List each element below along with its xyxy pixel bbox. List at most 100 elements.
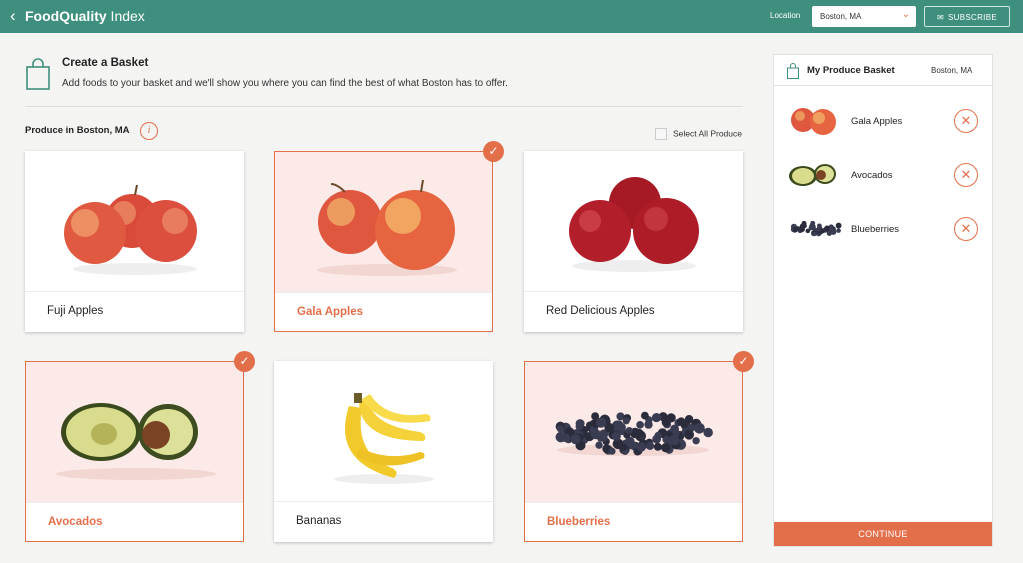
produce-card-blueberries[interactable]: Blueberries	[524, 361, 743, 542]
produce-card-bananas[interactable]: Bananas	[274, 361, 493, 542]
page-description: Add foods to your basket and we'll show …	[62, 78, 508, 89]
avocados-image	[56, 403, 216, 480]
blueberry	[654, 431, 662, 440]
subscribe-button[interactable]: ✉ SUBSCRIBE	[924, 6, 1010, 27]
blueberry	[817, 223, 822, 229]
checkmark-icon: ✓	[234, 351, 255, 372]
blueberry	[653, 442, 662, 451]
produce-image-area	[26, 362, 243, 502]
card-divider	[26, 502, 243, 503]
basket-item-label: Gala Apples	[851, 116, 903, 127]
produce-name: Fuji Apples	[47, 305, 104, 317]
location-label: Location	[770, 11, 801, 20]
produce-card-gala-apples[interactable]: Gala Apples	[274, 151, 493, 332]
blueberry	[633, 428, 644, 439]
blueberry	[556, 424, 565, 433]
card-divider	[525, 502, 742, 503]
blueberry	[662, 435, 670, 444]
avocados-thumbnail	[789, 164, 836, 186]
blueberry	[645, 441, 655, 450]
basket-location: Boston, MA	[931, 66, 973, 75]
location-select[interactable]: Boston, MA ⌄	[812, 6, 916, 27]
basket-panel: My Produce Basket Boston, MA Gala Apples…	[773, 54, 993, 547]
blueberry	[661, 442, 671, 453]
envelope-icon: ✉	[937, 13, 945, 22]
blueberries-thumbnail	[790, 220, 842, 237]
red-delicious-apples-image	[569, 177, 699, 272]
card-divider	[524, 291, 743, 292]
blueberry	[625, 427, 633, 435]
blueberry	[661, 418, 671, 427]
blueberry	[608, 447, 616, 455]
produce-image-area	[274, 361, 493, 501]
blueberry	[684, 429, 695, 440]
bananas-image	[334, 393, 434, 484]
gala-apples-image	[317, 179, 457, 276]
blueberry	[828, 226, 834, 232]
basket-item-label: Blueberries	[851, 224, 900, 235]
produce-heading: Produce in Boston, MA	[25, 125, 130, 136]
card-divider	[274, 501, 493, 502]
remove-item-button[interactable]: ✕	[954, 109, 978, 133]
blueberry	[836, 228, 841, 233]
blueberry	[636, 421, 644, 429]
remove-item-button[interactable]: ✕	[954, 163, 978, 187]
blueberry	[651, 413, 662, 423]
info-icon[interactable]: i	[140, 122, 158, 140]
blueberry	[640, 411, 649, 420]
produce-name: Red Delicious Apples	[546, 305, 655, 317]
blueberry	[668, 435, 679, 446]
blueberry	[820, 228, 825, 234]
produce-card-avocados[interactable]: Avocados	[25, 361, 244, 542]
blueberry	[812, 231, 817, 237]
app-title[interactable]: FoodQuality Index	[25, 8, 145, 25]
divider	[25, 106, 743, 107]
produce-image-area	[525, 362, 742, 502]
location-value: Boston, MA	[820, 12, 862, 21]
produce-card-fuji-apples[interactable]: Fuji Apples	[25, 151, 244, 332]
produce-name: Blueberries	[547, 516, 611, 528]
blueberry	[692, 437, 700, 445]
checkbox-box[interactable]	[655, 128, 667, 140]
blueberry	[622, 417, 630, 425]
subscribe-label: SUBSCRIBE	[948, 13, 997, 22]
blueberry	[636, 442, 647, 452]
blueberry	[595, 441, 603, 449]
top-bar: ‹ FoodQuality Index Location Boston, MA …	[0, 0, 1023, 33]
basket-item: Gala Apples ✕	[774, 102, 992, 142]
remove-item-button[interactable]: ✕	[954, 217, 978, 241]
blueberry	[575, 419, 585, 429]
shopping-bag-icon	[26, 58, 50, 90]
basket-item: Avocados ✕	[774, 156, 992, 196]
basket-item-label: Avocados	[851, 170, 893, 181]
produce-image-area	[25, 151, 244, 291]
blueberry	[694, 422, 705, 434]
blueberry	[703, 427, 713, 438]
blueberry	[835, 222, 842, 229]
blueberry	[810, 220, 816, 226]
checkmark-icon: ✓	[733, 351, 754, 372]
blueberries-image	[555, 411, 713, 456]
fuji-apples-image	[64, 184, 197, 275]
blueberry	[799, 226, 805, 233]
select-all-label: Select All Produce	[673, 128, 742, 139]
produce-name: Gala Apples	[297, 306, 364, 318]
shopping-bag-icon	[787, 63, 799, 79]
produce-image-area	[524, 151, 743, 291]
blueberry	[561, 433, 571, 443]
continue-button[interactable]: CONTINUE	[774, 522, 992, 546]
blueberry	[793, 227, 799, 233]
basket-item: Blueberries ✕	[774, 210, 992, 250]
select-all-checkbox[interactable]: Select All Produce	[655, 128, 742, 140]
blueberry	[595, 417, 607, 428]
produce-name: Avocados	[48, 516, 103, 528]
basket-title: My Produce Basket	[807, 65, 895, 76]
gala-apples-thumbnail	[791, 108, 836, 135]
produce-name: Bananas	[296, 515, 342, 527]
produce-card-red-delicious-apples[interactable]: Red Delicious Apples	[524, 151, 743, 332]
chevron-left-icon[interactable]: ‹	[10, 7, 24, 25]
card-divider	[25, 291, 244, 292]
produce-image-area	[275, 152, 492, 292]
blueberry	[597, 434, 605, 442]
checkmark-icon: ✓	[483, 141, 504, 162]
